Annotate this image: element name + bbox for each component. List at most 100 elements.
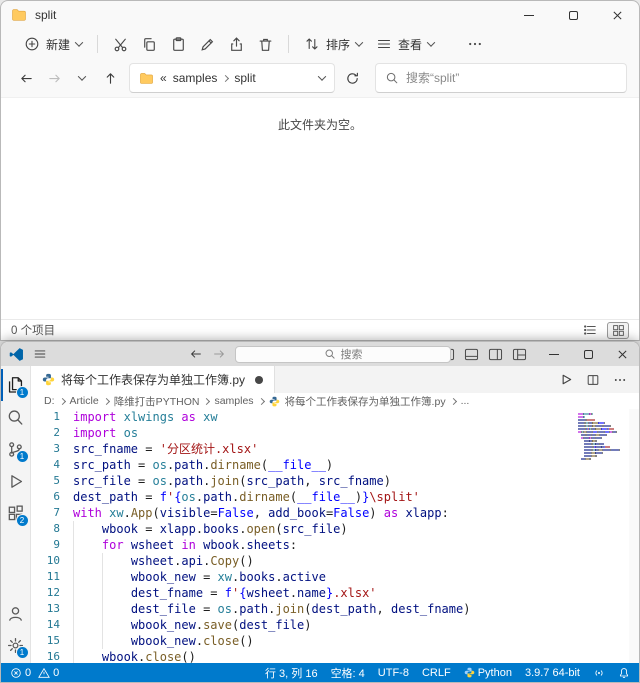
code-line[interactable]: 10 wsheet.api.Copy() — [31, 553, 639, 569]
code-line[interactable]: 2 import os — [31, 425, 639, 441]
code-area[interactable]: 1 import xlwings as xw 2 import os 3 src_fnam… — [31, 409, 639, 663]
forward-button[interactable] — [41, 65, 67, 91]
nav-forward-button[interactable] — [212, 347, 226, 361]
back-button[interactable] — [13, 65, 39, 91]
search-input[interactable] — [406, 71, 617, 85]
code-line[interactable]: 7 with xw.App(visible=False, add_book=Fal… — [31, 505, 639, 521]
editor-scrollbar[interactable] — [629, 409, 639, 663]
nav-back-button[interactable] — [189, 347, 203, 361]
paste-button[interactable] — [164, 32, 193, 57]
code-line[interactable]: 14 wbook_new.save(dest_file) — [31, 617, 639, 633]
search-icon — [325, 349, 335, 359]
search-icon — [385, 71, 399, 85]
explorer-addressbar: « samples split — [1, 59, 639, 97]
close-button[interactable] — [605, 342, 639, 366]
toggle-panel-icon[interactable] — [464, 348, 479, 361]
empty-folder-message: 此文件夹为空。 — [277, 118, 362, 132]
breadcrumb-file[interactable]: 将每个工作表保存为单独工作簿.py — [285, 394, 446, 409]
editor-more-actions-button[interactable] — [613, 373, 627, 387]
notifications-bell-icon[interactable] — [618, 667, 630, 679]
tab-title: 将每个工作表保存为单独工作簿.py — [61, 373, 246, 387]
code-line[interactable]: 5 src_file = os.path.join(src_path, src_f… — [31, 473, 639, 489]
breadcrumb-symbol[interactable]: ... — [461, 395, 470, 407]
breadcrumb-split[interactable]: split — [234, 71, 255, 85]
cursor-position[interactable]: 行 3, 列 16 — [265, 665, 318, 681]
chevron-down-icon — [74, 38, 84, 47]
menu-icon[interactable] — [33, 347, 47, 361]
code-line[interactable]: 16 wbook.close() — [31, 649, 639, 663]
settings-gear-icon[interactable]: 1 — [1, 629, 31, 661]
breadcrumb-samples[interactable]: samples — [214, 395, 253, 407]
explorer-search[interactable] — [375, 63, 627, 93]
view-button[interactable]: 查看 — [369, 32, 441, 57]
minimap[interactable] — [578, 412, 626, 460]
code-line[interactable]: 8 wbook = xlapp.books.open(src_file) — [31, 521, 639, 537]
indentation[interactable]: 空格: 4 — [331, 665, 365, 681]
python-interpreter[interactable]: 3.9.7 64-bit — [525, 667, 580, 679]
close-button[interactable] — [595, 1, 639, 29]
split-editor-icon — [587, 374, 599, 385]
refresh-button[interactable] — [339, 65, 365, 91]
problems-indicator[interactable]: 0 0 — [10, 667, 59, 679]
code-line[interactable]: 15 wbook_new.close() — [31, 633, 639, 649]
line-number: 15 — [46, 634, 60, 647]
source-control-activity-icon[interactable]: 1 — [1, 433, 31, 465]
code-line[interactable]: 1 import xlwings as xw — [31, 409, 639, 425]
cut-button[interactable] — [106, 32, 135, 57]
run-python-file-button[interactable] — [558, 372, 573, 387]
recent-locations-button[interactable] — [69, 65, 95, 91]
rename-button[interactable] — [193, 32, 222, 57]
copy-button[interactable] — [135, 32, 164, 57]
breadcrumb-article[interactable]: Article — [70, 395, 99, 407]
toggle-secondary-sidebar-icon[interactable] — [488, 348, 503, 361]
code-line[interactable]: 12 dest_fname = f'{wsheet.name}.xlsx' — [31, 585, 639, 601]
code-line[interactable]: 3 src_fname = '分区统计.xlsx' — [31, 441, 639, 457]
code-line[interactable]: 9 for wsheet in wbook.sheets: — [31, 537, 639, 553]
python-file-icon — [269, 396, 280, 407]
breadcrumb-samples[interactable]: samples — [173, 71, 218, 85]
customize-layout-icon[interactable] — [512, 348, 527, 361]
tab-active-file[interactable]: 将每个工作表保存为单独工作簿.py — [31, 366, 276, 393]
folder-content-area[interactable]: 此文件夹为空。 — [1, 97, 639, 319]
more-options-button[interactable] — [461, 32, 489, 56]
chevron-right-icon — [102, 397, 110, 405]
code-line[interactable]: 6 dest_path = f'{os.path.dirname(__file__… — [31, 489, 639, 505]
split-editor-button[interactable] — [586, 373, 600, 387]
window-title: split — [35, 8, 57, 22]
chevron-right-icon — [222, 74, 230, 82]
code-line[interactable]: 11 wbook_new = xw.books.active — [31, 569, 639, 585]
vscode-statusbar: 0 0 行 3, 列 16 空格: 4 UTF-8 CRLF Python 3.… — [1, 663, 639, 682]
search-activity-icon[interactable] — [1, 401, 31, 433]
broadcast-icon[interactable] — [593, 667, 605, 679]
eol-sequence[interactable]: CRLF — [422, 667, 451, 679]
delete-button[interactable] — [251, 32, 280, 57]
command-center-search[interactable]: 搜索 — [235, 345, 451, 363]
sort-button[interactable]: 排序 — [297, 32, 369, 57]
sort-icon — [304, 36, 320, 52]
maximize-button[interactable] — [571, 342, 605, 366]
new-button[interactable]: 新建 — [17, 32, 89, 57]
path-truncation-mark[interactable]: « — [160, 71, 167, 85]
details-view-button[interactable] — [579, 322, 601, 339]
breadcrumb-project[interactable]: 降维打击PYTHON — [114, 394, 200, 409]
minimize-button[interactable] — [507, 1, 551, 29]
explorer-activity-icon[interactable]: 1 — [1, 369, 31, 401]
share-button[interactable] — [222, 32, 251, 57]
settings-badge: 1 — [15, 646, 29, 659]
account-icon[interactable] — [1, 597, 31, 629]
extensions-activity-icon[interactable]: 2 — [1, 497, 31, 529]
address-box[interactable]: « samples split — [129, 63, 335, 93]
large-icons-view-button[interactable] — [607, 321, 629, 339]
minimize-button[interactable] — [537, 342, 571, 366]
code-editor[interactable]: 1 import xlwings as xw 2 import os 3 src_fnam… — [31, 409, 639, 663]
code-line[interactable]: 13 dest_file = os.path.join(dest_path, d… — [31, 601, 639, 617]
breadcrumb-drive[interactable]: D: — [44, 395, 55, 407]
language-mode[interactable]: Python — [464, 667, 512, 679]
modified-dot-icon[interactable] — [255, 375, 264, 384]
up-button[interactable] — [97, 65, 123, 91]
chevron-down-icon[interactable] — [317, 72, 327, 81]
maximize-button[interactable] — [551, 1, 595, 29]
code-line[interactable]: 4 src_path = os.path.dirname(__file__) — [31, 457, 639, 473]
encoding[interactable]: UTF-8 — [378, 667, 409, 679]
run-debug-activity-icon[interactable] — [1, 465, 31, 497]
